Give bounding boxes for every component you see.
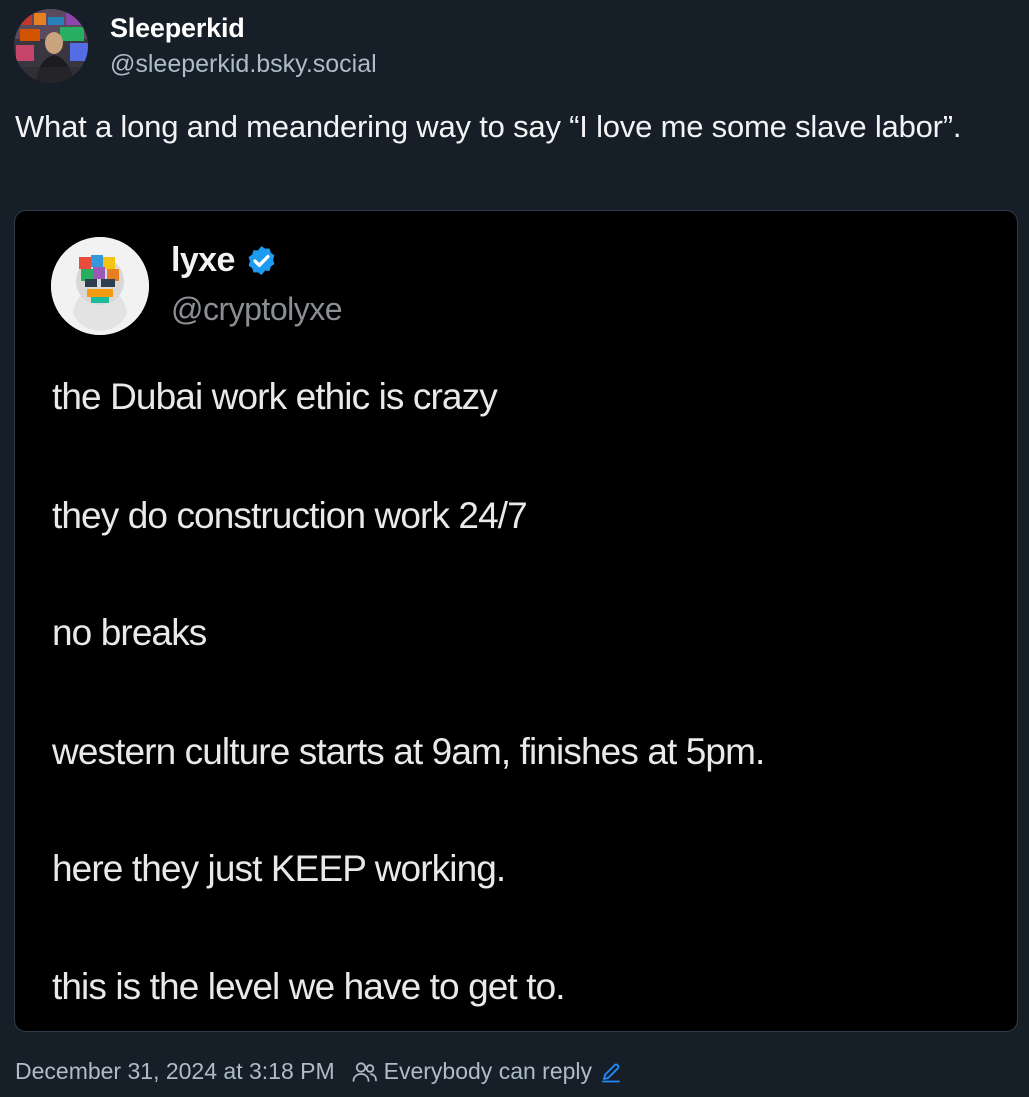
embed-text-line: the Dubai work ethic is crazy (52, 376, 498, 417)
embed-author-display-name: lyxe (171, 241, 235, 279)
embed-author-avatar (51, 237, 149, 335)
embed-text-line: western culture starts at 9am, finishes … (52, 731, 765, 772)
post-text: What a long and meandering way to say “I… (15, 109, 962, 144)
embed-author-row: lyxe (171, 241, 278, 280)
embed-text-line: here they just KEEP working. (52, 848, 506, 889)
embedded-image[interactable]: lyxe @cryptolyxe the Dubai work ethic is… (14, 210, 1018, 1032)
reply-setting-label[interactable]: Everybody can reply (384, 1058, 592, 1085)
verified-badge-icon (245, 244, 278, 277)
post-timestamp[interactable]: December 31, 2024 at 3:18 PM (15, 1058, 335, 1085)
embed-author-handle: @cryptolyxe (171, 291, 343, 327)
author-display-name[interactable]: Sleeperkid (110, 13, 245, 44)
embed-text-line: they do construction work 24/7 (52, 495, 528, 536)
pencil-icon[interactable] (592, 1061, 622, 1083)
author-avatar[interactable] (14, 9, 88, 83)
people-icon (335, 1060, 384, 1084)
embed-text-line: no breaks (52, 612, 207, 653)
embed-avatar-image (51, 237, 149, 335)
embed-text-line: this is the level we have to get to. (52, 966, 566, 1007)
post-footer: December 31, 2024 at 3:18 PM Everybody c… (15, 1058, 622, 1085)
author-handle[interactable]: @sleeperkid.bsky.social (110, 50, 377, 79)
author-avatar-image (14, 9, 88, 83)
